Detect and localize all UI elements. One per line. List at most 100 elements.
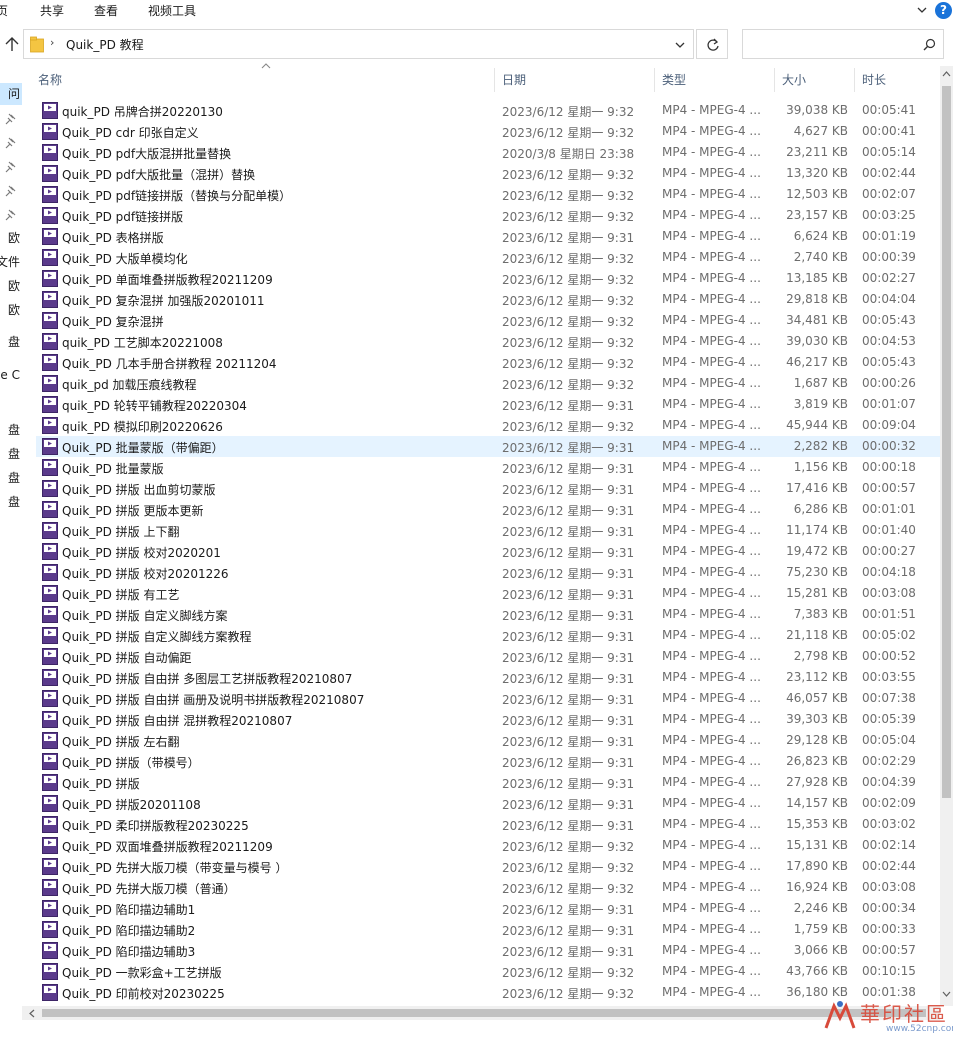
file-row[interactable]: quik_PD 模拟印刷20220626 2023/6/12 星期一 9:32 MP… (36, 415, 940, 436)
file-row[interactable]: Quik_PD 陷印描边辅助2 2023/6/12 星期一 9:31 MP4 - M… (36, 919, 940, 940)
column-header-type[interactable]: 类型 (656, 66, 774, 94)
file-row[interactable]: Quik_PD 一款彩盒+工艺拼版 2023/6/12 星期一 9:32 MP4 -… (36, 961, 940, 982)
file-row[interactable]: quik_PD 吊牌合拼20220130 2023/6/12 星期一 9:32 MP… (36, 100, 940, 121)
ribbon-tab-view[interactable]: 查看 (94, 2, 118, 19)
file-row[interactable]: Quik_PD 批量蒙版（带偏距） 2023/6/12 星期一 9:31 MP4 -… (36, 436, 940, 457)
search-icon[interactable] (923, 38, 936, 51)
file-size: 21,118 KB (786, 628, 848, 642)
video-file-icon (42, 879, 58, 896)
column-divider[interactable] (854, 68, 855, 92)
file-row[interactable]: Quik_PD pdf链接拼版 2023/6/12 星期一 9:32 MP4 - M… (36, 205, 940, 226)
file-row[interactable]: Quik_PD pdf大版混拼批量替换 2020/3/8 星期日 23:38 MP4… (36, 142, 940, 163)
file-type: MP4 - MPEG-4 ... (662, 712, 761, 726)
file-row[interactable]: Quik_PD 拼版 有工艺 2023/6/12 星期一 9:31 MP4 - MP… (36, 583, 940, 604)
file-row[interactable]: Quik_PD 复杂混拼 2023/6/12 星期一 9:32 MP4 - MPEG… (36, 310, 940, 331)
file-date: 2023/6/12 星期一 9:32 (502, 315, 635, 329)
file-type: MP4 - MPEG-4 ... (662, 649, 761, 663)
file-row[interactable]: Quik_PD 陷印描边辅助3 2023/6/12 星期一 9:31 MP4 - M… (36, 940, 940, 961)
file-row[interactable]: Quik_PD 陷印描边辅助1 2023/6/12 星期一 9:31 MP4 - M… (36, 898, 940, 919)
scroll-left-icon[interactable] (28, 1009, 36, 1018)
file-row[interactable]: Quik_PD 先拼大版刀模（带变量与模号 ） 2023/6/12 星期一 9:3… (36, 856, 940, 877)
file-row[interactable]: Quik_PD 大版单模均化 2023/6/12 星期一 9:32 MP4 - MP… (36, 247, 940, 268)
ribbon-tab-share[interactable]: 共享 (40, 2, 64, 19)
file-row[interactable]: Quik_PD pdf链接拼版（替换与分配单模） 2023/6/12 星期一 9:… (36, 184, 940, 205)
up-arrow-icon[interactable] (3, 34, 21, 54)
file-row[interactable]: Quik_PD 批量蒙版 2023/6/12 星期一 9:31 MP4 - MPEG… (36, 457, 940, 478)
file-name: Quik_PD 拼版 更版本更新 (62, 504, 204, 518)
file-date: 2023/6/12 星期一 9:31 (502, 462, 635, 476)
file-row[interactable]: Quik_PD 双面堆叠拼版教程20211209 2023/6/12 星期一 9:… (36, 835, 940, 856)
file-row[interactable]: Quik_PD 拼版 自由拼 混拼教程20210807 2023/6/12 星期一… (36, 709, 940, 730)
file-name: Quik_PD 批量蒙版 (62, 462, 164, 476)
column-divider[interactable] (774, 68, 775, 92)
file-row[interactable]: Quik_PD 拼版 自定义脚线方案 2023/6/12 星期一 9:31 MP4 … (36, 604, 940, 625)
file-row[interactable]: Quik_PD 拼版（带模号） 2023/6/12 星期一 9:31 MP4 - M… (36, 751, 940, 772)
file-row[interactable]: Quik_PD 印前校对20230225 2023/6/12 星期一 9:32 MP… (36, 982, 940, 1003)
file-name: Quik_PD 拼版 上下翻 (62, 525, 180, 539)
file-row[interactable]: Quik_PD 先拼大版刀模（普通） 2023/6/12 星期一 9:32 MP4 … (36, 877, 940, 898)
chevron-down-icon[interactable] (915, 3, 929, 17)
file-row[interactable]: Quik_PD 单面堆叠拼版教程20211209 2023/6/12 星期一 9:… (36, 268, 940, 289)
file-row[interactable]: Quik_PD 拼版 校对2020201 2023/6/12 星期一 9:31 MP… (36, 541, 940, 562)
file-type: MP4 - MPEG-4 ... (662, 397, 761, 411)
file-duration: 00:05:14 (862, 145, 916, 159)
file-row[interactable]: Quik_PD 拼版 自由拼 多图层工艺拼版教程20210807 2023/6/1… (36, 667, 940, 688)
file-date: 2023/6/12 星期一 9:31 (502, 672, 635, 686)
scroll-up-icon[interactable] (942, 70, 951, 78)
file-row[interactable]: quik_PD 工艺脚本20221008 2023/6/12 星期一 9:32 MP… (36, 331, 940, 352)
scrollbar-thumb[interactable] (42, 1009, 926, 1017)
ribbon-tab-video-tools[interactable]: 视频工具 (148, 2, 196, 19)
file-date: 2023/6/12 星期一 9:31 (502, 399, 635, 413)
file-row[interactable]: Quik_PD 拼版 自由拼 画册及说明书拼版教程20210807 2023/6/… (36, 688, 940, 709)
file-row[interactable]: Quik_PD 拼版 自动偏距 2023/6/12 星期一 9:31 MP4 - M… (36, 646, 940, 667)
file-name: Quik_PD 陷印描边辅助2 (62, 924, 196, 938)
breadcrumb-current-folder[interactable]: Quik_PD 教程 (66, 36, 144, 53)
column-divider[interactable] (494, 68, 495, 92)
ribbon-tab-home[interactable]: 页 (0, 2, 8, 19)
file-row[interactable]: quik_PD 轮转平铺教程20220304 2023/6/12 星期一 9:31… (36, 394, 940, 415)
video-file-icon (42, 963, 58, 980)
search-input[interactable] (747, 35, 917, 53)
column-header-size[interactable]: 大小 (776, 66, 854, 94)
horizontal-scrollbar[interactable] (22, 1006, 940, 1020)
file-type: MP4 - MPEG-4 ... (662, 733, 761, 747)
file-row[interactable]: Quik_PD pdf大版批量（混拼）替换 2023/6/12 星期一 9:32 M… (36, 163, 940, 184)
file-row[interactable]: Quik_PD 拼版 上下翻 2023/6/12 星期一 9:31 MP4 - MP… (36, 520, 940, 541)
refresh-button[interactable] (696, 29, 728, 59)
video-file-icon (42, 648, 58, 665)
file-row[interactable]: Quik_PD 拼版 左右翻 2023/6/12 星期一 9:31 MP4 - MP… (36, 730, 940, 751)
file-row[interactable]: Quik_PD 柔印拼版教程20230225 2023/6/12 星期一 9:31… (36, 814, 940, 835)
file-size: 15,281 KB (786, 586, 848, 600)
vertical-scrollbar[interactable] (940, 66, 953, 1006)
file-row[interactable]: quik_pd 加载压痕线教程 2023/6/12 星期一 9:32 MP4 - M… (36, 373, 940, 394)
file-row[interactable]: Quik_PD 拼版 自定义脚线方案教程 2023/6/12 星期一 9:31 MP… (36, 625, 940, 646)
video-file-icon (42, 417, 58, 434)
file-row[interactable]: Quik_PD 拼版 出血剪切蒙版 2023/6/12 星期一 9:31 MP4 -… (36, 478, 940, 499)
column-divider[interactable] (654, 68, 655, 92)
file-duration: 00:00:18 (862, 460, 916, 474)
file-row[interactable]: Quik_PD 拼版20201108 2023/6/12 星期一 9:31 MP4 … (36, 793, 940, 814)
scrollbar-thumb[interactable] (942, 86, 951, 798)
file-size: 14,157 KB (786, 796, 848, 810)
chevron-down-icon[interactable] (674, 40, 686, 50)
file-type: MP4 - MPEG-4 ... (662, 691, 761, 705)
file-name: Quik_PD 一款彩盒+工艺拼版 (62, 966, 222, 980)
file-row[interactable]: Quik_PD 拼版 校对20201226 2023/6/12 星期一 9:31 M… (36, 562, 940, 583)
column-header-date[interactable]: 日期 (496, 66, 654, 94)
help-icon[interactable]: ? (935, 2, 952, 19)
file-row[interactable]: Quik_PD 表格拼版 2023/6/12 星期一 9:31 MP4 - MPEG… (36, 226, 940, 247)
file-date: 2023/6/12 星期一 9:32 (502, 189, 635, 203)
column-header-duration[interactable]: 时长 (856, 66, 940, 94)
column-header-name[interactable]: 名称 (32, 66, 494, 94)
file-date: 2023/6/12 星期一 9:32 (502, 861, 635, 875)
address-bar[interactable]: › Quik_PD 教程 (23, 29, 694, 59)
file-date: 2023/6/12 星期一 9:31 (502, 630, 635, 644)
file-size: 39,038 KB (786, 103, 848, 117)
file-row[interactable]: Quik_PD 几本手册合拼教程 20211204 2023/6/12 星期一 9… (36, 352, 940, 373)
file-row[interactable]: Quik_PD 拼版 2023/6/12 星期一 9:31 MP4 - MPEG-4… (36, 772, 940, 793)
file-row[interactable]: Quik_PD 复杂混拼 加强版20201011 2023/6/12 星期一 9:… (36, 289, 940, 310)
file-row[interactable]: Quik_PD 拼版 更版本更新 2023/6/12 星期一 9:31 MP4 - … (36, 499, 940, 520)
file-row[interactable]: Quik_PD cdr 印张自定义 2023/6/12 星期一 9:32 MP4 -… (36, 121, 940, 142)
search-box[interactable] (742, 29, 944, 59)
file-type: MP4 - MPEG-4 ... (662, 859, 761, 873)
